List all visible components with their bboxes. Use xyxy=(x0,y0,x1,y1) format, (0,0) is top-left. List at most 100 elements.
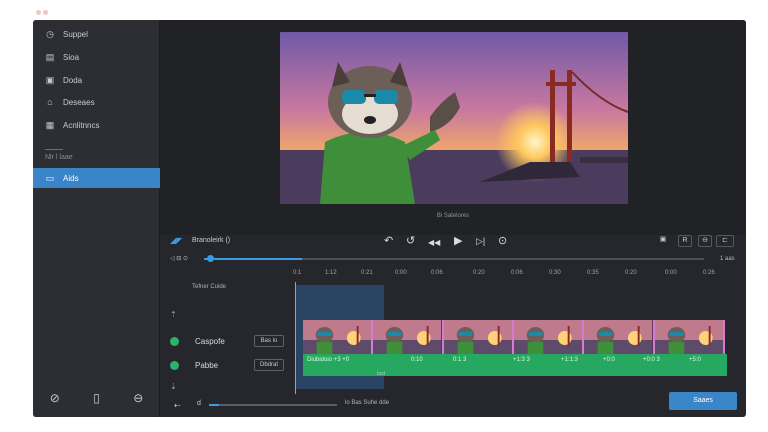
crop-icon[interactable]: ▣ xyxy=(656,235,670,247)
video-clip-track[interactable] xyxy=(303,320,725,354)
audio-marker: Diubidoio +3 +0 xyxy=(307,357,350,363)
collapse-up-icon[interactable]: ⇡ xyxy=(170,310,177,319)
collapse-down-icon[interactable]: ⇣ xyxy=(170,382,177,391)
track-option-button[interactable]: Dbdrat xyxy=(254,359,284,371)
ruler-tick: 0:20 xyxy=(625,270,637,276)
audio-marker: +1:1:3 xyxy=(561,357,578,363)
thumbnail-image xyxy=(443,320,512,354)
sidebar-divider xyxy=(45,149,63,150)
scrub-bar: ◁ ⊟ ⊙ 1 aas xyxy=(160,252,746,266)
image-icon: ▣ xyxy=(45,75,55,85)
playhead[interactable] xyxy=(295,282,296,394)
clip-thumbnail[interactable] xyxy=(513,320,585,354)
sidebar-item-deseaes[interactable]: ⌂ Deseaes xyxy=(33,92,160,112)
clip-thumbnail[interactable] xyxy=(303,320,374,354)
volume-icon[interactable]: ◁ ⊟ ⊙ xyxy=(170,255,188,262)
ruler-tick: 0:06 xyxy=(511,270,523,276)
timeline-ruler: 0:1 1:12 0:21 0:00 0:06 0:20 0:06 0:30 0… xyxy=(293,270,745,280)
mask-button[interactable]: ⊖ xyxy=(698,235,712,247)
fullscreen-button[interactable]: ⊏ xyxy=(716,235,734,247)
track-name: Caspofe xyxy=(195,336,225,346)
ruler-tick: 0:00 xyxy=(665,270,677,276)
document-icon: ▦ xyxy=(45,120,55,130)
track-header-title: Tefner Cuide xyxy=(192,284,227,290)
rotate-button[interactable]: R xyxy=(678,235,692,247)
sidebar-item-acnlitnncs[interactable]: ▦ Acnlitnncs xyxy=(33,115,160,135)
clip-thumbnail[interactable] xyxy=(373,320,444,354)
window-dot xyxy=(36,10,41,15)
sidebar-item-label: Doda xyxy=(63,75,83,85)
monitor-icon: ⌂ xyxy=(47,97,53,107)
waveform-icon: ◢◤ xyxy=(170,236,183,245)
layers-icon: ▤ xyxy=(45,52,55,62)
back-icon[interactable]: ⇠ xyxy=(174,401,181,410)
video-preview[interactable] xyxy=(280,32,628,204)
ruler-tick: 0:20 xyxy=(473,270,485,276)
audio-marker: +1:3 3 xyxy=(513,357,530,363)
ruler-tick: 1:12 xyxy=(325,270,337,276)
ruler-tick: 0:00 xyxy=(395,270,407,276)
ruler-tick: 0:35 xyxy=(587,270,599,276)
sidebar-item-label: Aids xyxy=(63,173,79,183)
track-option-button[interactable]: Bas lo xyxy=(254,335,284,347)
clip-thumbnail[interactable] xyxy=(654,320,725,354)
track-visibility-icon[interactable] xyxy=(170,360,179,370)
ruler-tick: 0:1 xyxy=(293,270,302,276)
thumbnail-image xyxy=(584,320,653,354)
clip-thumbnail[interactable] xyxy=(584,320,655,354)
window-dots xyxy=(36,10,50,16)
track-row-audio[interactable]: Pabbe Dbdrat xyxy=(170,357,286,373)
search-person-icon[interactable]: ⊘ xyxy=(50,391,60,405)
sidebar-item-aids[interactable]: ▭ Aids xyxy=(33,168,160,188)
sidebar-section-label: Nlr l laae xyxy=(45,154,73,161)
track-headers: Tefner Cuide ⇡ Caspofe Bas lo Pabbe Dbdr… xyxy=(160,278,290,398)
rewind-icon[interactable]: ◀◀ xyxy=(428,237,440,249)
track-name: Pabbe xyxy=(195,360,219,370)
thumbnail-image xyxy=(513,320,583,354)
audio-clip-track[interactable]: Diubidoio +3 +0 0:10 0:1 3 +1:3 3 +1:1:3… xyxy=(303,354,727,376)
project-label: Branoleirk () xyxy=(192,237,231,244)
track-visibility-icon[interactable] xyxy=(170,336,179,346)
folder-icon: ▭ xyxy=(45,173,55,183)
clip-thumbnail[interactable] xyxy=(443,320,514,354)
sidebar-item-doda[interactable]: ▣ Doda xyxy=(33,70,160,90)
timeline[interactable]: Diubidoio +3 +0 0:10 0:1 3 +1:3 3 +1:1:3… xyxy=(295,282,745,400)
audio-marker: +5:0 xyxy=(689,357,701,363)
forward-icon[interactable]: ▷| xyxy=(476,235,485,247)
scrub-handle[interactable] xyxy=(207,255,214,262)
sidebar-bottom-toolbar: ⊘ ▯ ⊖ xyxy=(33,388,160,408)
end-time: 1 aas xyxy=(720,256,735,262)
save-button[interactable]: Saaes xyxy=(669,392,737,410)
redo-icon[interactable]: ↺ xyxy=(406,235,415,247)
sidebar-item-label: Sioa xyxy=(63,52,80,62)
share-icon[interactable]: ⊖ xyxy=(133,391,143,405)
zoom-slider-fill xyxy=(209,404,219,406)
ruler-tick: 0:06 xyxy=(431,270,443,276)
sidebar-item-label: Acnlitnncs xyxy=(63,120,100,130)
audio-marker: +0:0 xyxy=(603,357,615,363)
preview-frame-image xyxy=(280,32,628,204)
thumbnail-image xyxy=(303,320,372,354)
selection-hint: bcd xyxy=(377,371,386,377)
sidebar-item-sioa[interactable]: ▤ Sioa xyxy=(33,47,160,67)
thumbnail-image xyxy=(654,320,723,354)
track-row-video[interactable]: Caspofe Bas lo xyxy=(170,333,286,349)
play-icon[interactable]: ▶ xyxy=(454,235,462,247)
clock-icon: ◷ xyxy=(46,29,54,39)
sidebar-item-label: Suppel xyxy=(63,29,88,39)
trash-icon[interactable]: ▯ xyxy=(93,391,100,405)
loop-icon[interactable]: ⊙ xyxy=(498,235,507,247)
zoom-out-label: d xyxy=(197,400,201,407)
sidebar-item-label: Deseaes xyxy=(63,97,95,107)
sidebar: ◷ Suppel ▤ Sioa ▣ Doda ⌂ Deseaes ▦ Acnli… xyxy=(33,20,160,417)
audio-marker: 0:1 3 xyxy=(453,357,467,363)
preview-caption: Bi Satelores xyxy=(436,213,470,219)
undo-icon[interactable]: ↶ xyxy=(384,235,393,247)
zoom-slider[interactable] xyxy=(209,404,337,406)
window-dot xyxy=(43,10,48,15)
playback-controls: ◢◤ Branoleirk () ↶ ↺ ◀◀ ▶ ▷| ⊙ ▣ R ⊖ ⊏ xyxy=(160,232,746,250)
audio-marker: +0:0 3 xyxy=(643,357,660,363)
sidebar-item-suppel[interactable]: ◷ Suppel xyxy=(33,24,160,44)
zoom-text: lo Bas Suhe dde xyxy=(345,400,390,406)
ruler-tick: 0:30 xyxy=(549,270,561,276)
